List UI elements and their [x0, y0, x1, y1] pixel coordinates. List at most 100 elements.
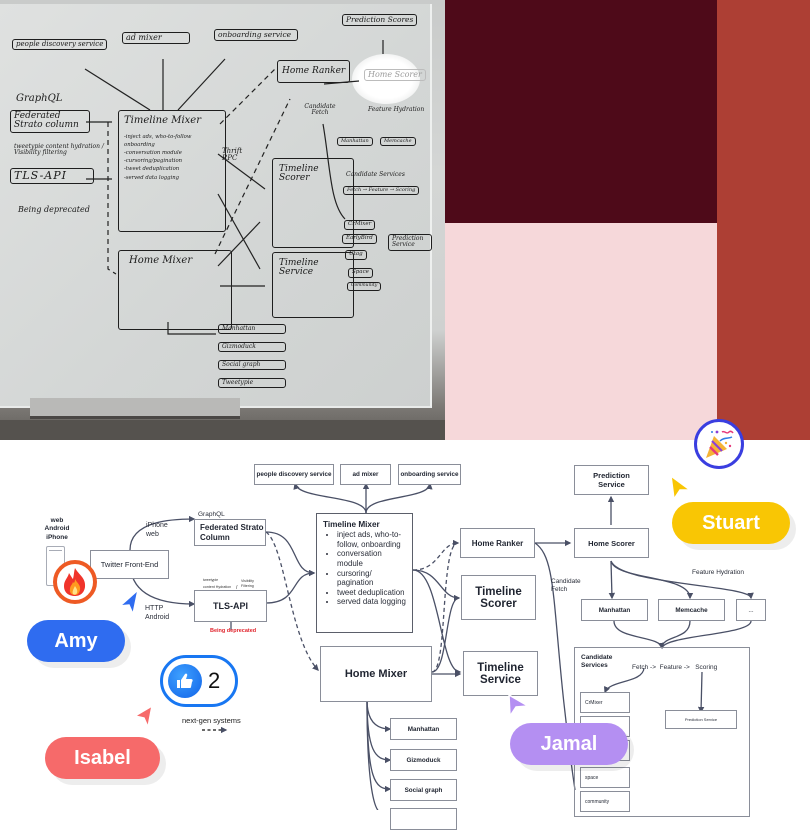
whiteboard: people discovery service ad mixer onboar…: [0, 4, 432, 408]
hydration-more-box[interactable]: ...: [736, 599, 766, 621]
ad-mixer-box[interactable]: ad mixer: [340, 464, 391, 485]
edge-hm-socialgraph: [366, 699, 392, 793]
tweetypie-label: tweetypie: [203, 578, 219, 582]
home-scorer-box[interactable]: Home Scorer: [574, 528, 649, 558]
home-mixer-dep-4[interactable]: [390, 808, 457, 830]
timeline-mixer-title: Timeline Mixer: [323, 520, 380, 529]
edge-tls-tm: [265, 569, 316, 604]
thumbs-up-icon: [168, 664, 202, 698]
wb-arrow: [217, 153, 266, 190]
timeline-mixer-box[interactable]: Timeline Mixer inject ads, who-to-follow…: [316, 513, 413, 633]
edge-label-http-android: HTTP Android: [145, 605, 170, 621]
whiteboard-tray: [30, 398, 240, 419]
home-ranker-box[interactable]: Home Ranker: [460, 528, 535, 558]
home-mixer-dep-manhattan[interactable]: Manhattan: [390, 718, 457, 740]
visibility-label: Visibility: [241, 579, 254, 583]
clients-label: web Android iPhone: [44, 517, 70, 542]
home-mixer-dep-gizmoduck[interactable]: Gizmoduck: [390, 749, 457, 771]
party-popper-reaction-badge[interactable]: [694, 419, 744, 469]
like-reaction-badge[interactable]: 2: [160, 655, 238, 707]
edge-tm-timelinescorer: [412, 569, 461, 602]
edge-homescorer-more: [610, 560, 754, 600]
wb-arrow: [177, 58, 226, 111]
fire-icon: [64, 568, 86, 596]
content-hydration-label: content Hydration: [203, 585, 232, 589]
edge-hm-homeranker: [431, 542, 459, 673]
fetch-feature-scoring-flow: Fetch -> Feature -> Scoring: [632, 664, 718, 671]
feature-item: tweet deduplication: [337, 588, 406, 598]
edge-tm-onboarding: [365, 482, 433, 514]
feature-item: conversation module: [337, 549, 406, 568]
edge-label-iphone-web: iPhone web: [146, 522, 168, 538]
collaborator-isabel-label: Isabel: [45, 737, 160, 779]
edge-hm-manhattan: [366, 699, 392, 733]
edge-homescorer-memcache: [610, 560, 694, 600]
prediction-service-top-box[interactable]: Prediction Service: [574, 465, 649, 495]
collaborator-jamal-label: Jamal: [510, 723, 628, 765]
federated-strato-column-box[interactable]: Federated Strato Column: [194, 519, 266, 546]
wb-arrow: [219, 68, 276, 125]
amy-cursor-icon: [117, 588, 140, 616]
collaborator-stuart-label: Stuart: [672, 502, 790, 544]
whiteboard-photo: people discovery service ad mixer onboar…: [0, 0, 445, 440]
floor: [0, 420, 445, 440]
wb-arrow: [322, 123, 346, 220]
edge-hm-timelinescorer: [431, 597, 460, 673]
stuart-cursor-icon: [670, 474, 693, 501]
whiteboard-arrows: [84, 40, 384, 335]
client-android: Android: [44, 525, 70, 533]
client-iphone: iPhone: [46, 533, 68, 541]
client-web: web: [50, 517, 64, 524]
wb-arrow: [323, 80, 360, 85]
wb-arrow: [167, 322, 216, 335]
candidate-services-title: Candidate Services: [581, 654, 613, 670]
like-count: 2: [208, 668, 221, 693]
edge-more-candidates: [661, 620, 752, 649]
edge-tm-people: [293, 482, 367, 514]
fire-reaction-badge[interactable]: [53, 560, 97, 604]
edge-homescorer-manhattan: [608, 560, 616, 600]
community-box[interactable]: community: [580, 791, 630, 812]
wb-arrow: [107, 122, 117, 275]
feature-item: inject ads, who-to-follow, onboarding: [337, 530, 406, 549]
onboarding-service-box[interactable]: onboarding service: [398, 464, 461, 485]
color-swatch-brick-red: [717, 0, 810, 440]
collaborator-amy-label: Amy: [27, 620, 125, 662]
timeline-scorer-box[interactable]: Timeline Scorer: [461, 575, 536, 620]
candidate-fetch-label: Candidate Fetch: [551, 578, 581, 594]
edge-federated-homemixer: [265, 531, 319, 671]
edge-memcache-candidates: [661, 620, 691, 649]
feature-hydration-label: Feature Hydration: [692, 569, 745, 576]
hydration-manhattan-box[interactable]: Manhattan: [581, 599, 648, 621]
people-discovery-service-box[interactable]: people discovery service: [254, 464, 334, 485]
isabel-cursor-icon: [132, 704, 154, 730]
jamal-cursor-icon: [508, 693, 531, 719]
being-deprecated-label: Being deprecated: [210, 628, 257, 634]
home-mixer-dep-social-graph[interactable]: Social graph: [390, 779, 457, 801]
edge-hm-extra: [366, 699, 379, 810]
edge-tm-homeranker: [412, 539, 460, 571]
space-box[interactable]: space: [580, 767, 630, 788]
wb-arrow: [217, 221, 261, 267]
crmixer-box[interactable]: CrMixer: [580, 692, 630, 713]
color-swatch-dark-maroon: [445, 0, 717, 223]
home-mixer-box[interactable]: Home Mixer: [320, 646, 432, 702]
tls-api-box[interactable]: TLS-API: [194, 590, 267, 622]
timeline-service-box[interactable]: Timeline Service: [463, 651, 538, 696]
edge-federated-tm: [265, 531, 316, 577]
timeline-mixer-features: inject ads, who-to-follow, onboarding co…: [323, 530, 406, 607]
feature-item: served data logging: [337, 597, 406, 607]
wb-arrow: [84, 68, 151, 111]
graphql-label: GraphQL: [198, 511, 225, 518]
color-swatch-light-pink: [445, 223, 717, 440]
legend-next-gen-label: next-gen systems: [182, 716, 241, 725]
feature-item: cursoring/ pagination: [337, 569, 406, 588]
party-popper-icon: [706, 430, 734, 458]
edge-manhattan-candidates: [613, 620, 665, 650]
hydration-memcache-box[interactable]: Memcache: [658, 599, 725, 621]
twitter-front-end-box[interactable]: Twitter Front-End: [90, 550, 169, 579]
filtering-label: Filtering: [241, 584, 254, 588]
edge-hm-gizmoduck: [366, 699, 392, 764]
wb-arrow: [214, 98, 291, 255]
candidate-prediction-service-box[interactable]: Prediction Service: [665, 710, 737, 729]
